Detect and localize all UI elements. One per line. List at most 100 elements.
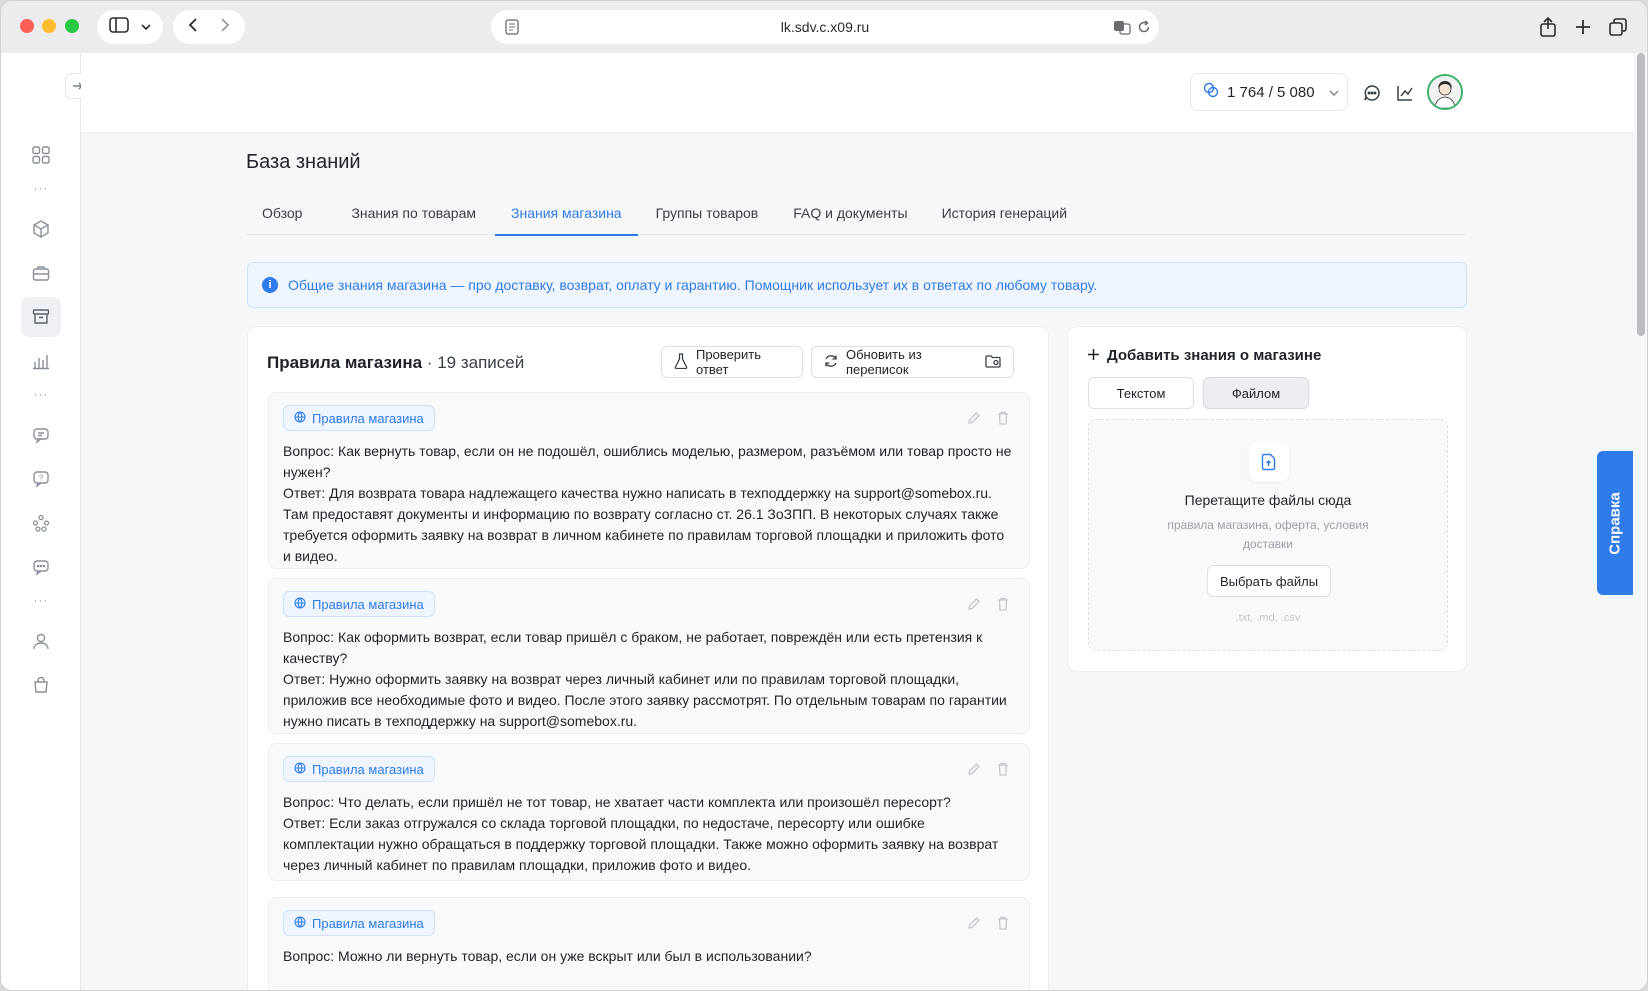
tab-overview[interactable]: Обзор [246,201,318,235]
sidebar-toggle-group[interactable] [97,10,163,44]
trash-icon[interactable] [997,762,1009,781]
trash-icon[interactable] [997,916,1009,935]
chevron-down-icon [1329,84,1339,101]
translate-icon[interactable] [1113,19,1131,38]
rule-tag[interactable]: Правила магазина [283,910,435,936]
rule-card: Правила магазина Вопрос: Можно ли вернут… [268,897,1030,990]
avatar[interactable] [1427,74,1463,110]
chat-icon[interactable] [1361,82,1383,104]
update-from-chats-button[interactable]: Обновить из переписок [811,346,1014,378]
globe-icon [294,410,306,426]
drop-title: Перетащите файлы сюда [1184,492,1352,508]
tab-by-text[interactable]: Текстом [1088,377,1194,409]
edit-icon[interactable] [967,762,981,781]
grid-icon[interactable] [21,135,61,175]
rule-card: Правила магазина Вопрос: Что делать, есл… [268,743,1030,881]
page-menu-icon[interactable] [505,19,519,38]
svg-text:?: ? [39,474,44,483]
address-bar[interactable]: lk.sdv.c.x09.ru [491,10,1159,44]
scrollbar-thumb[interactable] [1637,53,1645,336]
add-knowledge-header: Добавить знания о магазине [1088,347,1321,364]
close-window-button[interactable] [20,19,34,33]
rules-panel: Правила магазина · 19 записей Проверить … [247,326,1049,990]
chevron-down-icon[interactable] [141,18,151,36]
tab-product-groups[interactable]: Группы товаров [640,201,775,235]
browser-window: lk.sdv.c.x09.ru ··· ··· ? ··· 1 764 / 5 … [0,0,1648,991]
trash-icon[interactable] [997,411,1009,430]
briefcase-icon[interactable] [21,253,61,293]
tab-generation-history[interactable]: История генераций [926,201,1084,235]
tokens-counter-value: 1 764 / 5 080 [1227,83,1315,101]
tab-faq-documents[interactable]: FAQ и документы [777,201,923,235]
edit-icon[interactable] [967,411,981,430]
separator-dots: ··· [33,387,49,401]
tab-product-knowledge[interactable]: Знания по товарам [335,201,492,235]
rule-tag[interactable]: Правила магазина [283,756,435,782]
help-tab[interactable]: Справка [1597,451,1633,595]
help-chat-icon[interactable]: ? [21,459,61,499]
analytics-icon[interactable] [1394,82,1416,104]
edit-icon[interactable] [967,916,981,935]
rule-question: Вопрос: Как вернуть товар, если он не по… [283,443,1012,480]
rule-tag[interactable]: Правила магазина [283,591,435,617]
history-nav [173,10,245,44]
rules-title: Правила магазина [267,353,423,372]
choose-files-button[interactable]: Выбрать файлы [1207,565,1331,597]
card-tools [967,762,1009,781]
reload-icon[interactable] [1137,19,1151,38]
add-knowledge-panel: Добавить знания о магазине Текстом Файло… [1067,326,1467,672]
tab-overview-icon[interactable] [1601,10,1635,44]
tab-by-file[interactable]: Файлом [1203,377,1309,409]
rule-answer: Ответ: Если заказ отгружался со склада т… [283,815,999,873]
globe-icon [294,596,306,612]
card-tools [967,597,1009,616]
file-drop-zone[interactable]: Перетащите файлы сюда правила магазина, … [1088,419,1448,651]
info-text: Общие знания магазина — про доставку, во… [288,277,1098,293]
sidebar: ··· ··· ? ··· [1,53,81,990]
shopping-bag-icon[interactable] [21,665,61,705]
maximize-window-button[interactable] [65,19,79,33]
scrollbar[interactable] [1633,53,1647,990]
trash-icon[interactable] [997,597,1009,616]
flask-icon [674,352,688,372]
archive-icon[interactable] [21,297,61,337]
tab-bar: Обзор Знания по товарам Знания магазина … [246,201,1466,236]
cube-icon[interactable] [21,209,61,249]
rule-card: Правила магазина Вопрос: Как оформить во… [268,578,1030,734]
network-icon[interactable] [21,503,61,543]
rule-tag-label: Правила магазина [312,596,424,612]
file-upload-icon [1249,442,1289,482]
card-tools [967,411,1009,430]
rules-header: Правила магазина · 19 записей [267,353,524,373]
messages-icon[interactable] [21,547,61,587]
coins-icon [1203,82,1219,102]
rule-question: Вопрос: Как оформить возврат, если товар… [283,629,983,666]
rule-text: Вопрос: Что делать, если пришёл не тот т… [283,792,1015,876]
rule-answer: Ответ: Для возврата товара надлежащего к… [283,485,1005,564]
minimize-window-button[interactable] [42,19,56,33]
info-icon: i [262,277,278,293]
check-answer-button[interactable]: Проверить ответ [661,346,803,378]
user-icon[interactable] [21,621,61,661]
page-title: База знаний [246,151,361,173]
info-banner: i Общие знания магазина — про доставку, … [247,262,1467,308]
tokens-counter[interactable]: 1 764 / 5 080 [1190,73,1348,111]
card-tools [967,916,1009,935]
new-tab-icon[interactable] [1566,10,1600,44]
rule-tag-label: Правила магазина [312,761,424,777]
forward-arrow-icon[interactable] [220,17,230,38]
rule-tag[interactable]: Правила магазина [283,405,435,431]
sidebar-icon[interactable] [109,16,129,38]
edit-icon[interactable] [967,597,981,616]
separator-dots: ··· [33,593,49,607]
refresh-icon [824,354,838,371]
separator-dots: ··· [33,181,49,195]
rule-question: Вопрос: Можно ли вернуть товар, если он … [283,948,812,964]
chat-bubbles-icon[interactable] [21,415,61,455]
share-icon[interactable] [1531,10,1565,44]
update-from-chats-label: Обновить из переписок [846,347,922,377]
tab-store-knowledge[interactable]: Знания магазина [495,201,638,236]
bar-chart-icon[interactable] [21,341,61,381]
back-arrow-icon[interactable] [188,17,198,38]
add-knowledge-title: Добавить знания о магазине [1107,347,1322,364]
